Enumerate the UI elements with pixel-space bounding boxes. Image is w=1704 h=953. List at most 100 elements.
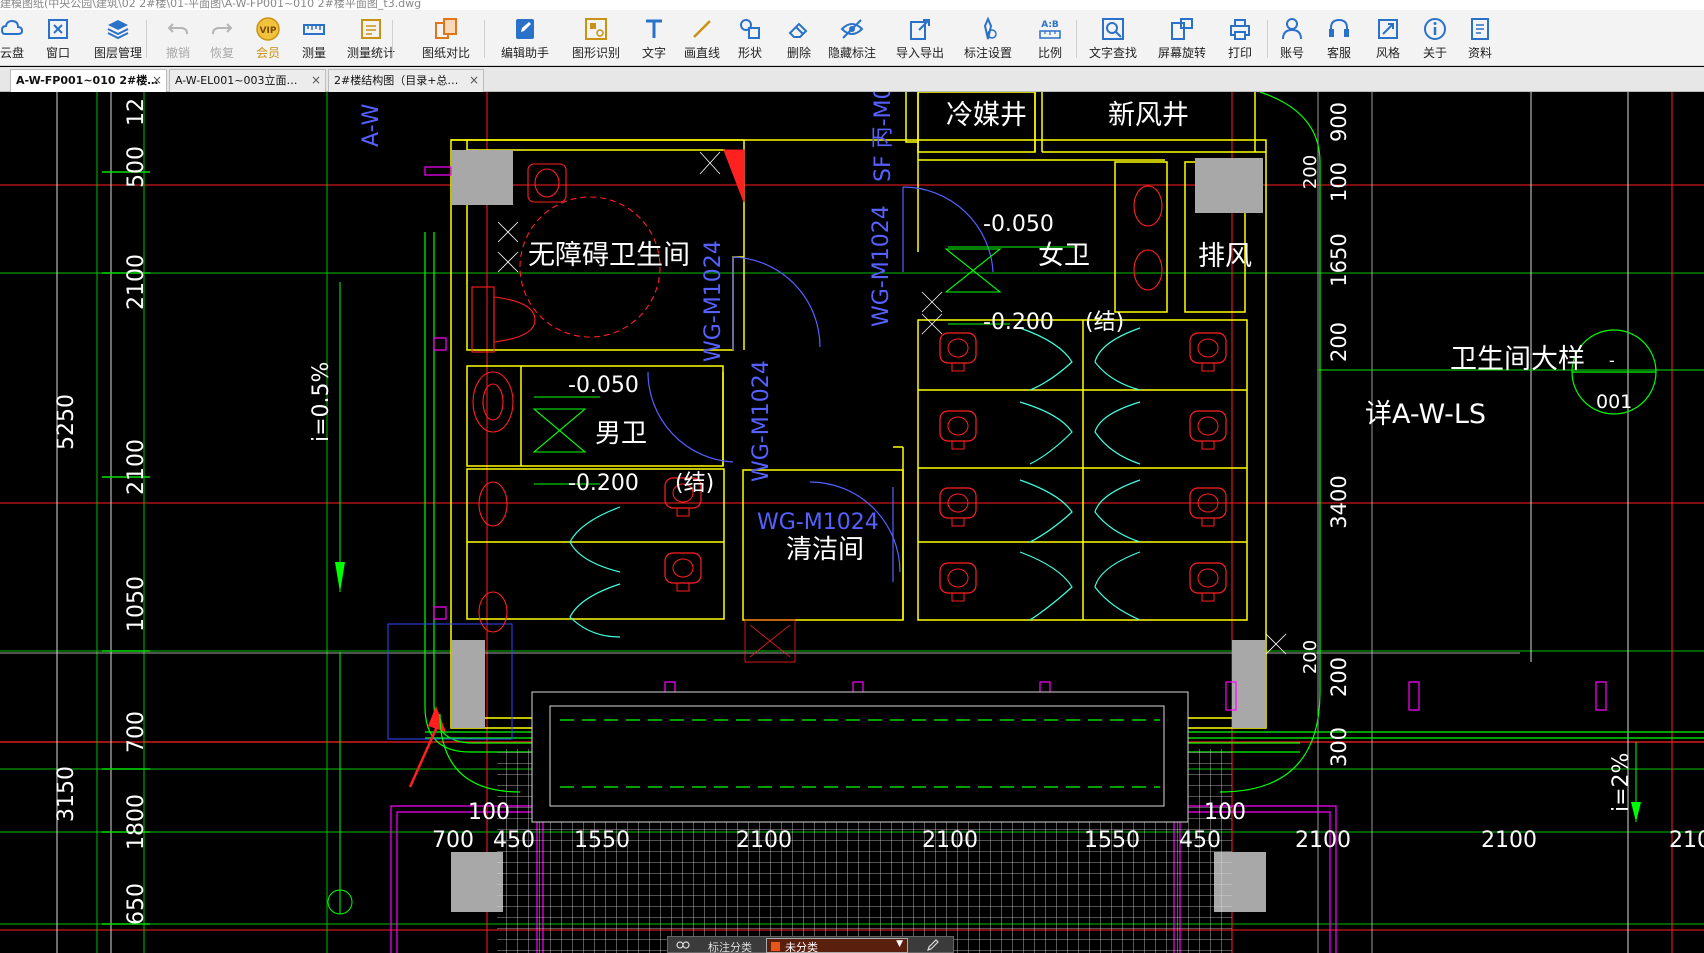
toolbar-button-label: 测量统计 [346,46,395,60]
dimension-label: 2100 [922,828,978,853]
floor-plan-drawing[interactable]: 无障碍卫生间 男卫 女卫 清洁间 冷媒井 新风井 排风 卫生间大样 详A-W-L… [0,92,1704,953]
annotation-category-icon[interactable] [676,938,690,952]
toolbar-button-shape-recognition[interactable]: 图形识别 [570,10,622,66]
annotation-category-select[interactable]: 未分类 ▼ [766,938,908,953]
dimensions-left-outer: 5250 3150 [54,394,79,822]
dimension-label: 100 [1327,162,1351,202]
category-color-swatch [771,942,780,951]
structural-note: (结) [1085,310,1124,335]
squat-toilet-icon [939,332,977,372]
stall-partitions [569,327,1141,638]
toolbar-button-ruler[interactable]: 测量 [288,10,340,66]
headset-icon [1326,16,1352,42]
drawing-canvas[interactable]: 无障碍卫生间 男卫 女卫 清洁间 冷媒井 新风井 排风 卫生间大样 详A-W-L… [0,92,1704,953]
dimension-label: 2100 [736,828,792,853]
toolbar-separator [1076,20,1077,58]
eye-hide-icon [839,16,865,42]
squat-toilet-icon [939,487,977,527]
door-label: WG-M1024 [701,240,726,362]
shapes-icon [737,16,763,42]
annotation-category-label: 标注分类 [708,941,752,953]
room-label-barrier-free: 无障碍卫生间 [528,240,690,271]
print-icon [1227,16,1253,42]
compare-icon [433,16,459,42]
dimension-label: 650 [124,883,149,925]
dimension-label: 500 [124,146,149,188]
left-dimension-chain [56,92,112,953]
dimension-label: 12 [124,98,149,126]
dimensions-left-inner: 12 500 2100 2100 1050 700 1800 650 [124,98,149,925]
svg-text:A:B: A:B [1041,20,1059,30]
dimension-label: 900 [1327,102,1351,142]
dimension-label: 1550 [574,828,630,853]
pencil-icon[interactable] [926,938,940,952]
tab-floor-plan[interactable]: A-W-FP001~010 2#楼… × [10,69,167,92]
toolbar-button-text-search[interactable]: 文字查找 [1087,10,1139,66]
squat-toilet-icon [1189,562,1227,602]
tab-label: A-W-EL001~003立面… [175,74,298,87]
window-icon [45,16,71,42]
toolbar-button-layers[interactable]: 图层管理 [92,10,144,66]
toolbar-button-measure-stats[interactable]: 测量统计 [345,10,397,66]
ruler-icon [301,16,327,42]
door-label: WG-M1024 [757,510,879,535]
room-label-men: 男卫 [595,419,647,449]
dimension-label: 200 [1300,640,1321,674]
toolbar: 云盘 窗口 图层管理 撤销 恢复 VIP 会员 测量 测量统计 图纸对比 编辑助手 图形识别 文字 画直线… [0,10,1704,66]
structural-note: (结) [675,471,714,496]
dimension-label: 200 [1327,322,1351,362]
squat-toilet-icon [939,410,977,450]
toolbar-button-edit-assistant[interactable]: 编辑助手 [499,10,551,66]
room-label-fresh-air: 新风井 [1108,100,1189,131]
room-label-cold-well: 冷媒井 [946,100,1027,131]
toolbar-button-rotate[interactable]: 屏幕旋转 [1156,10,1208,66]
squat-toilet-icon [939,562,977,602]
toolbar-button-scale[interactable]: A:B 比例 [1024,10,1076,66]
close-icon[interactable]: × [152,70,162,91]
toolbar-button-eye-hide[interactable]: 隐藏标注 [826,10,878,66]
dimension-label: 300 [1327,727,1351,767]
detail-reference: 详A-W-LS [1365,399,1486,430]
level-label: -0.200 [983,310,1054,335]
dimension-label: 2100 [1481,828,1537,853]
toolbar-button-label: 文字查找 [1088,46,1137,60]
tab-elevation[interactable]: A-W-EL001~003立面… × [169,69,326,92]
toolbar-button-label: 导入导出 [895,46,944,60]
toolbar-button-annotation-settings[interactable]: 标注设置 [962,10,1014,66]
slope-label: i=0.5% [309,362,334,442]
close-icon[interactable]: × [469,70,479,91]
annotation-settings-icon [975,16,1001,42]
toolbar-button-docs[interactable]: 资料 [1454,10,1506,66]
redo-icon [209,16,235,42]
dimension-label: 200 [1300,155,1321,189]
annotation-category-bar: 标注分类 未分类 ▼ [667,936,954,953]
dimension-label: 200 [1327,657,1351,697]
room-label-women: 女卫 [1038,241,1090,271]
dimension-label: 5250 [54,394,79,450]
dimension-label: 700 [124,711,149,753]
dimension-label: 2100 [124,439,149,495]
level-label: -0.200 [568,471,639,496]
squat-toilet-icon [1189,410,1227,450]
text-icon [641,16,667,42]
title-bar: 建模图纸(中央公园\建筑\02 2#楼\01-平面图\A-W-FP001~010… [0,0,1704,10]
toolbar-separator [484,20,485,58]
dimension-label: 100 [468,800,510,825]
toolbar-button-import-export[interactable]: 导入导出 [894,10,946,66]
annotation-category-value: 未分类 [785,941,818,953]
level-label: -0.050 [983,212,1054,237]
edit-assistant-icon [512,16,538,42]
tab-structure[interactable]: 2#楼结构图（目录+总… × [328,69,484,92]
dimension-label: 100 [1204,800,1246,825]
info-icon [1422,16,1448,42]
toolbar-button-compare[interactable]: 图纸对比 [420,10,472,66]
close-icon[interactable]: × [311,70,321,91]
dimension-label: 1550 [1084,828,1140,853]
squat-toilet-icon [1189,487,1227,527]
slope-label: i=2% [1609,753,1634,812]
toolbar-separator [146,20,147,58]
cad-viewer-app: 建模图纸(中央公园\建筑\02 2#楼\01-平面图\A-W-FP001~010… [0,0,1704,953]
toolbar-button-window[interactable]: 窗口 [32,10,84,66]
dimension-label: 1800 [124,794,149,850]
undo-icon [165,16,191,42]
